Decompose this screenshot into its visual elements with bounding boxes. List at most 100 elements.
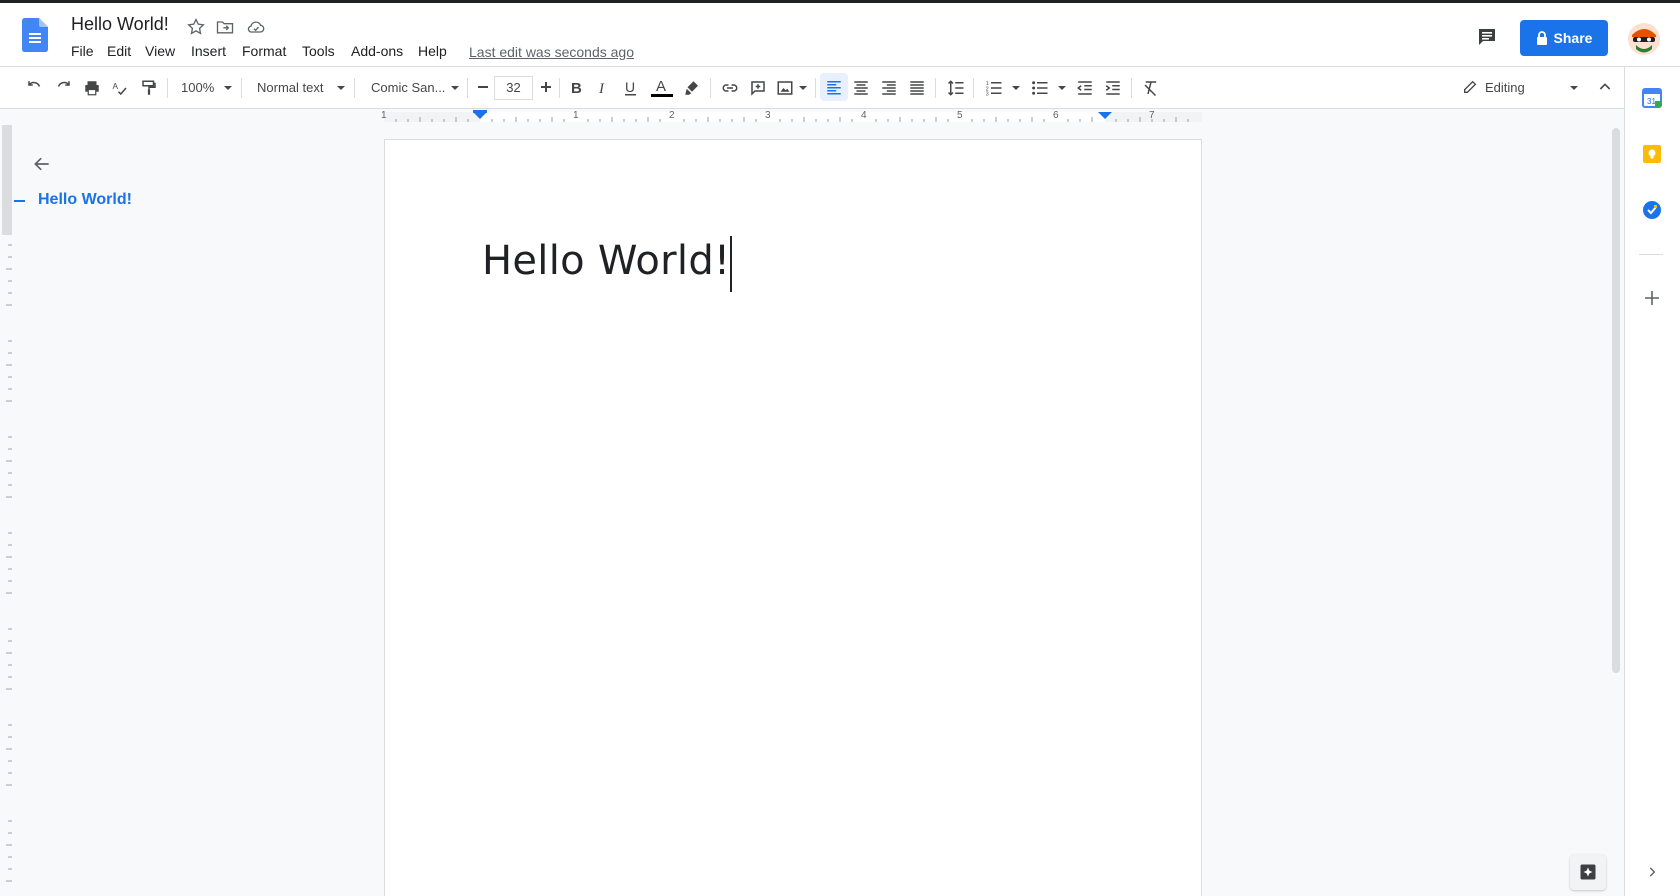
- align-right-icon[interactable]: [880, 79, 898, 97]
- bulleted-list-dropdown-icon[interactable]: [1058, 86, 1066, 90]
- add-comment-icon[interactable]: [749, 79, 767, 97]
- insert-link-icon[interactable]: [720, 79, 740, 97]
- numbered-list-icon[interactable]: 123: [985, 79, 1003, 97]
- clear-formatting-icon[interactable]: [1142, 79, 1160, 97]
- mode-dropdown-icon[interactable]: [1570, 86, 1578, 90]
- italic-icon[interactable]: I: [596, 79, 612, 97]
- share-label: Share: [1553, 30, 1593, 46]
- menu-view[interactable]: View: [145, 43, 175, 59]
- document-page[interactable]: Hello World!: [384, 139, 1202, 896]
- add-addon-icon[interactable]: [1643, 289, 1661, 307]
- svg-text:B: B: [571, 80, 582, 97]
- tasks-icon[interactable]: [1642, 200, 1662, 220]
- ruler-label: 7: [1149, 110, 1155, 121]
- ruler-label: 3: [765, 110, 771, 121]
- ruler-label: 1: [573, 110, 579, 121]
- align-center-icon[interactable]: [852, 79, 870, 97]
- text-cursor: [730, 236, 732, 292]
- cloud-status-icon[interactable]: [246, 17, 266, 37]
- divider: [354, 78, 355, 98]
- svg-text:3: 3: [986, 92, 989, 98]
- menu-help[interactable]: Help: [418, 43, 447, 59]
- divider: [935, 78, 936, 98]
- paint-format-icon[interactable]: [140, 79, 158, 97]
- docs-logo-icon[interactable]: [22, 18, 48, 52]
- calendar-icon[interactable]: 31: [1642, 88, 1662, 108]
- highlight-color-icon[interactable]: [683, 79, 701, 97]
- redo-icon[interactable]: [54, 79, 72, 97]
- print-icon[interactable]: [83, 79, 101, 97]
- keep-icon[interactable]: [1642, 144, 1662, 164]
- numbered-list-dropdown-icon[interactable]: [1012, 86, 1020, 90]
- image-dropdown-icon[interactable]: [799, 86, 807, 90]
- lock-icon: [1536, 31, 1548, 45]
- horizontal-ruler[interactable]: 1 1 2 3 4 5 6 7: [0, 109, 1624, 125]
- explore-button[interactable]: [1570, 854, 1606, 890]
- undo-icon[interactable]: [26, 79, 44, 97]
- comment-icon[interactable]: [1475, 25, 1499, 49]
- mode-select[interactable]: Editing: [1485, 80, 1525, 95]
- star-icon[interactable]: [186, 17, 206, 37]
- style-dropdown-icon[interactable]: [337, 86, 345, 90]
- menu-file[interactable]: File: [71, 43, 94, 59]
- title-bar: Hello World! File Edit View Insert Forma…: [0, 3, 1680, 67]
- menu-edit[interactable]: Edit: [107, 43, 131, 59]
- divider: [167, 78, 168, 98]
- divider: [710, 78, 711, 98]
- divider: [467, 78, 468, 98]
- increase-font-size-button[interactable]: [539, 78, 553, 96]
- font-select[interactable]: Comic San...: [371, 80, 445, 95]
- increase-indent-icon[interactable]: [1104, 79, 1122, 97]
- bulleted-list-icon[interactable]: [1031, 79, 1049, 97]
- vertical-ruler[interactable]: [0, 125, 14, 896]
- divider: [559, 78, 560, 98]
- back-arrow-icon[interactable]: [32, 154, 52, 174]
- zoom-dropdown-icon[interactable]: [224, 86, 232, 90]
- collapse-menus-icon[interactable]: [1597, 79, 1613, 95]
- zoom-select[interactable]: 100%: [181, 80, 214, 95]
- ruler-label: 6: [1053, 110, 1059, 121]
- svg-text:U: U: [625, 79, 635, 95]
- menu-format[interactable]: Format: [242, 43, 286, 59]
- align-left-button[interactable]: [820, 73, 848, 101]
- scrollbar-thumb[interactable]: [1612, 128, 1620, 673]
- divider: [1639, 254, 1663, 255]
- text-color-icon[interactable]: A: [651, 76, 673, 98]
- insert-image-icon[interactable]: [776, 79, 794, 97]
- decrease-indent-icon[interactable]: [1076, 79, 1094, 97]
- divider: [241, 78, 242, 98]
- divider: [1131, 78, 1132, 98]
- expand-panel-icon[interactable]: [1645, 865, 1659, 879]
- document-title[interactable]: Hello World!: [71, 14, 169, 35]
- share-button[interactable]: Share: [1520, 20, 1608, 56]
- svg-text:A: A: [113, 82, 119, 91]
- avatar[interactable]: [1628, 23, 1660, 55]
- ruler-label: 5: [957, 110, 963, 121]
- svg-text:I: I: [598, 81, 605, 97]
- bold-icon[interactable]: B: [569, 79, 585, 97]
- decrease-font-size-button[interactable]: [476, 78, 490, 96]
- style-select[interactable]: Normal text: [257, 80, 323, 95]
- folder-move-icon[interactable]: [215, 17, 235, 37]
- ruler-label: 1: [381, 110, 387, 121]
- line-spacing-icon[interactable]: [946, 79, 966, 97]
- divider: [973, 78, 974, 98]
- edit-pencil-icon: [1462, 79, 1478, 95]
- spellcheck-icon[interactable]: A: [111, 79, 129, 97]
- divider: [815, 78, 816, 98]
- justify-icon[interactable]: [908, 79, 926, 97]
- ruler-label: 4: [861, 110, 867, 121]
- outline-marker: [14, 200, 25, 202]
- menu-insert[interactable]: Insert: [191, 43, 226, 59]
- font-dropdown-icon[interactable]: [451, 86, 459, 90]
- toolbar: A 100% Normal text Comic San... 32 B I U…: [0, 67, 1624, 109]
- underline-icon[interactable]: U: [623, 79, 639, 97]
- menu-tools[interactable]: Tools: [302, 43, 335, 59]
- last-edit-link[interactable]: Last edit was seconds ago: [469, 44, 634, 60]
- ruler-label: 2: [669, 110, 675, 121]
- svg-text:A: A: [656, 78, 666, 95]
- menu-addons[interactable]: Add-ons: [351, 43, 403, 59]
- outline-item[interactable]: Hello World!: [38, 191, 132, 209]
- font-size-input[interactable]: 32: [494, 76, 533, 100]
- document-text[interactable]: Hello World!: [482, 238, 730, 284]
